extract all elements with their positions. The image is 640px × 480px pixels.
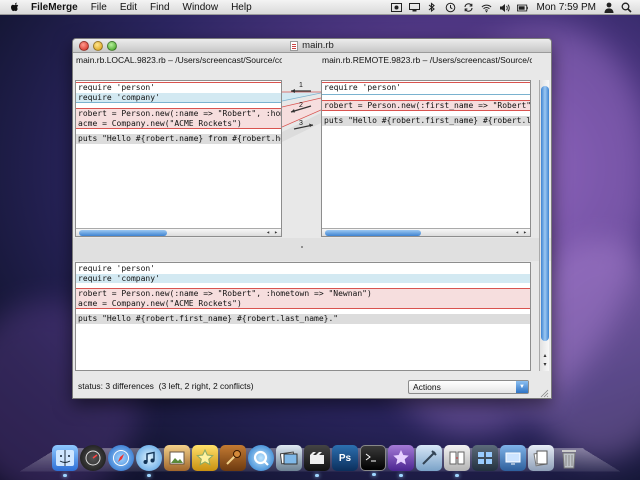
quicktime-icon[interactable] [248, 445, 274, 471]
scroll-down-arrow-icon[interactable]: ▾ [540, 361, 550, 370]
terminal-icon[interactable] [360, 445, 386, 476]
menu-file[interactable]: File [91, 2, 107, 13]
code-line: require 'person' [78, 83, 156, 92]
pane-splitter[interactable] [73, 238, 551, 261]
volume-icon[interactable] [499, 2, 510, 13]
menu-bar: FileMerge File Edit Find Window Help Mon… [0, 0, 640, 15]
apple-menu-icon[interactable] [9, 1, 21, 13]
menu-extras: Mon 7:59 PM [390, 0, 632, 15]
title-bar[interactable]: main.rb [73, 39, 551, 53]
running-indicator [147, 474, 151, 477]
code-line: robert = Person.new(:first_name => "Robe… [322, 100, 530, 110]
code-line: require 'person' [324, 83, 402, 92]
xcode-icon[interactable] [416, 445, 442, 471]
code-line: acme = Company.new("ACME Rockets") [76, 298, 530, 308]
code-line: require 'company' [76, 92, 281, 102]
left-file-pane[interactable]: require 'person' require 'company' rober… [75, 80, 282, 237]
photoshop-icon[interactable]: Ps [332, 445, 358, 471]
finder-icon[interactable] [52, 445, 78, 477]
screen-record-icon[interactable] [390, 2, 402, 13]
close-button[interactable] [79, 41, 89, 51]
window-controls [79, 41, 117, 51]
minimize-button[interactable] [93, 41, 103, 51]
scroll-right-arrow-icon[interactable]: ▸ [272, 229, 280, 236]
scroll-thumb[interactable] [79, 230, 167, 236]
left-file-path: main.rb.LOCAL.9823.rb – /Users/screencas… [76, 55, 282, 65]
diff-connector[interactable]: 1 2 3 [281, 80, 322, 237]
code-line: puts "Hello #{robert.first_name} #{rober… [76, 314, 530, 324]
safari-icon[interactable] [108, 445, 134, 471]
user-icon[interactable] [603, 2, 614, 13]
chevron-down-icon: ▼ [516, 381, 528, 393]
code-line: acme = Company.new("ACME Rockets") [76, 118, 281, 128]
preview-icon[interactable] [164, 445, 190, 471]
code-line: robert = Person.new(:name => "Robert", :… [76, 109, 281, 119]
diff-number: 2 [299, 102, 303, 109]
time-machine-icon[interactable] [445, 2, 456, 13]
dashboard-icon[interactable] [80, 445, 106, 471]
splitter-handle[interactable] [301, 246, 303, 248]
menu-window[interactable]: Window [183, 2, 219, 13]
actions-label: Actions [413, 382, 441, 392]
code-line: require 'company' [76, 273, 530, 283]
scroll-thumb[interactable] [541, 86, 549, 341]
running-indicator [399, 474, 403, 477]
sync-icon[interactable] [463, 2, 474, 13]
resize-grip-icon[interactable] [539, 388, 549, 398]
window-title: main.rb [302, 40, 334, 51]
zoom-button[interactable] [107, 41, 117, 51]
running-indicator [63, 474, 67, 477]
filemerge-window: main.rb main.rb.LOCAL.9823.rb – /Users/s… [72, 38, 552, 399]
itunes-icon[interactable] [136, 445, 162, 477]
dock: Ps [52, 441, 582, 477]
battery-icon[interactable] [516, 2, 528, 13]
scroll-left-arrow-icon[interactable]: ◂ [513, 229, 521, 236]
right-file-path: main.rb.REMOTE.9823.rb – /Users/screenca… [322, 55, 532, 65]
display-icon[interactable] [408, 2, 420, 13]
spaces-icon[interactable] [472, 445, 498, 471]
spotlight-icon[interactable] [621, 2, 632, 13]
menu-edit[interactable]: Edit [120, 2, 137, 13]
scroll-thumb[interactable] [325, 230, 421, 236]
code-line: require 'person' [78, 264, 156, 273]
textmate-icon[interactable] [388, 445, 414, 477]
wifi-icon[interactable] [481, 2, 492, 13]
running-indicator [372, 473, 376, 476]
left-horizontal-scrollbar[interactable]: ◂ ▸ [76, 228, 281, 236]
status-text: status: 3 differences (3 left, 2 right, … [78, 381, 254, 391]
documents-icon[interactable] [528, 445, 554, 471]
scroll-right-arrow-icon[interactable]: ▸ [521, 229, 529, 236]
merge-pane[interactable]: require 'person' require 'company' rober… [75, 262, 531, 371]
document-icon [290, 40, 299, 51]
garageband-icon[interactable] [220, 445, 246, 471]
menu-find[interactable]: Find [150, 2, 169, 13]
vertical-scrollbar[interactable]: ▴ ▾ [539, 80, 549, 371]
app-menu[interactable]: FileMerge [31, 2, 78, 13]
actions-popup[interactable]: Actions ▼ [408, 380, 529, 394]
code-line: puts "Hello #{robert.first_name} #{rober… [322, 116, 530, 126]
scroll-up-arrow-icon[interactable]: ▴ [540, 352, 550, 361]
iphoto-icon[interactable] [276, 445, 302, 471]
code-line: puts "Hello #{robert.name} from #{robert… [76, 134, 281, 144]
diff-number: 1 [299, 82, 303, 89]
filemerge-icon[interactable] [444, 445, 470, 477]
ical-icon[interactable] [192, 445, 218, 471]
menu-help[interactable]: Help [231, 2, 252, 13]
imovie-icon[interactable] [304, 445, 330, 477]
scroll-left-arrow-icon[interactable]: ◂ [264, 229, 272, 236]
menu-clock[interactable]: Mon 7:59 PM [537, 2, 596, 13]
status-bar: status: 3 differences (3 left, 2 right, … [73, 372, 551, 398]
running-indicator [315, 474, 319, 477]
code-line: robert = Person.new(:name => "Robert", :… [76, 289, 530, 299]
running-indicator [455, 474, 459, 477]
diff-number: 3 [299, 120, 303, 127]
bluetooth-icon[interactable] [427, 2, 438, 13]
right-file-pane[interactable]: require 'person' robert = Person.new(:fi… [321, 80, 531, 237]
remote-desktop-icon[interactable] [500, 445, 526, 471]
trash-icon[interactable] [556, 445, 582, 471]
right-horizontal-scrollbar[interactable]: ◂ ▸ [322, 228, 530, 236]
